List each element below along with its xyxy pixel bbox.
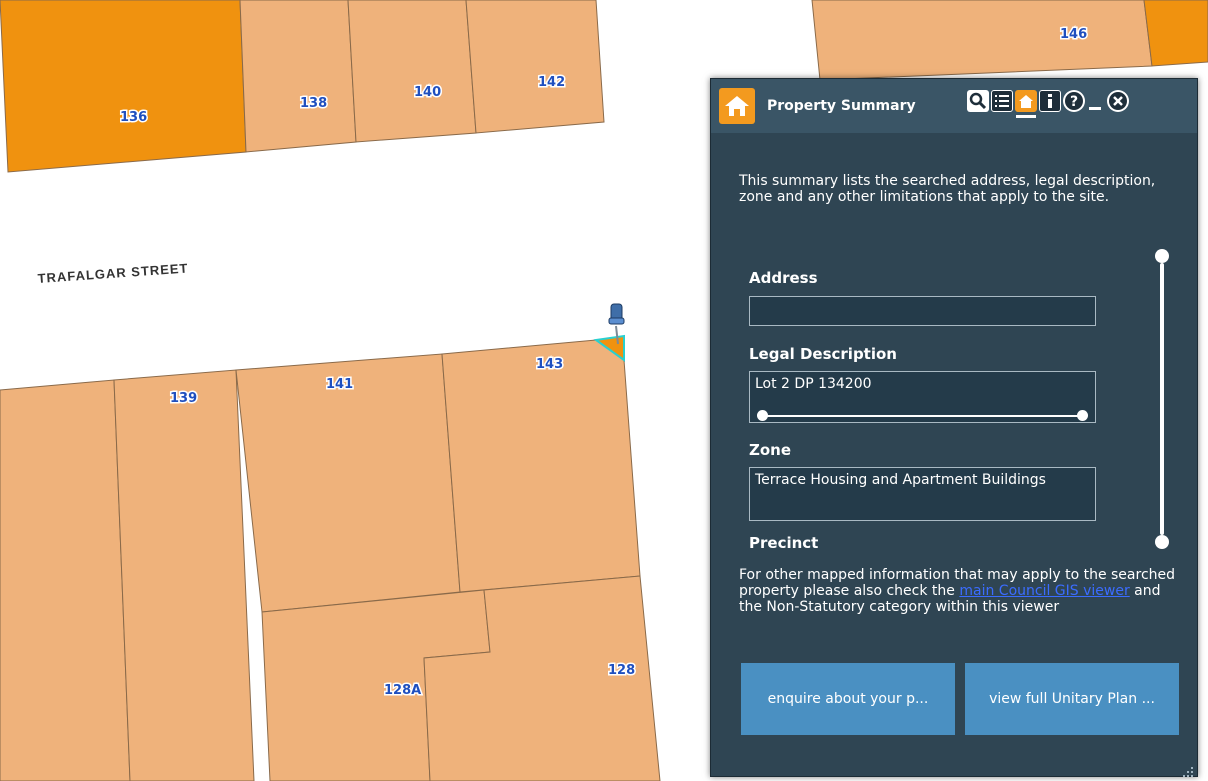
precinct-label: Precinct xyxy=(749,534,819,552)
parcel-146-neighbour[interactable] xyxy=(1143,0,1208,67)
parcel-142[interactable] xyxy=(465,0,605,134)
parcel-146[interactable] xyxy=(811,0,1153,81)
lot-label: 128A xyxy=(384,683,421,698)
scrollbar-track[interactable] xyxy=(1160,263,1164,535)
parcel-138[interactable] xyxy=(239,0,357,153)
lot-label: 143 xyxy=(536,357,563,372)
address-label: Address xyxy=(749,269,818,287)
house-icon xyxy=(719,88,755,124)
parcel-141[interactable] xyxy=(235,353,461,613)
parcel-139[interactable] xyxy=(113,369,255,781)
enquire-button[interactable]: enquire about your p... xyxy=(741,663,955,735)
council-gis-link[interactable]: main Council GIS viewer xyxy=(959,583,1129,599)
intro-text: This summary lists the searched address,… xyxy=(739,173,1156,205)
address-field[interactable] xyxy=(749,296,1096,326)
search-icon[interactable] xyxy=(967,90,989,112)
footer-text: For other mapped information that may ap… xyxy=(739,567,1179,615)
lot-label: 142 xyxy=(538,75,565,90)
legal-description-value: Lot 2 DP 134200 xyxy=(755,376,872,392)
lot-label: 140 xyxy=(414,85,441,100)
scroll-left-icon[interactable] xyxy=(757,410,768,421)
scrollbar-track[interactable] xyxy=(767,415,1079,417)
parcel-136[interactable] xyxy=(0,0,247,173)
scroll-right-icon[interactable] xyxy=(1077,410,1088,421)
lot-label: 146 xyxy=(1060,27,1087,42)
home-icon[interactable] xyxy=(1015,90,1037,112)
parcel-143[interactable] xyxy=(441,339,641,593)
vertical-scrollbar[interactable] xyxy=(1155,249,1169,549)
lot-label: 128 xyxy=(608,663,635,678)
active-tab-indicator xyxy=(1016,115,1036,118)
parcel-140[interactable] xyxy=(347,0,477,143)
lot-label: 136 xyxy=(120,110,147,125)
zone-label: Zone xyxy=(749,441,792,459)
property-summary-panel: Property Summary ? This summary lists th… xyxy=(710,78,1198,777)
horizontal-scrollbar[interactable] xyxy=(757,410,1088,421)
svg-text:?: ? xyxy=(1070,94,1078,110)
list-icon[interactable] xyxy=(991,90,1013,112)
legal-description-label: Legal Description xyxy=(749,345,897,363)
close-icon[interactable] xyxy=(1107,90,1129,112)
resize-grip-icon[interactable] xyxy=(1183,762,1193,777)
panel-header: Property Summary ? xyxy=(711,79,1197,133)
panel-body: This summary lists the searched address,… xyxy=(711,133,1197,777)
scroll-down-icon[interactable] xyxy=(1155,535,1169,549)
lot-label: 141 xyxy=(326,377,353,392)
help-icon[interactable]: ? xyxy=(1063,90,1085,112)
info-icon[interactable] xyxy=(1039,90,1061,112)
lot-label: 138 xyxy=(300,96,327,111)
parcel-west[interactable] xyxy=(0,379,131,781)
street-label: TRAFALGAR STREET xyxy=(37,260,189,286)
scroll-up-icon[interactable] xyxy=(1155,249,1169,263)
view-unitary-plan-button[interactable]: view full Unitary Plan ... xyxy=(965,663,1179,735)
panel-title: Property Summary xyxy=(767,98,916,114)
zone-field[interactable]: Terrace Housing and Apartment Buildings xyxy=(749,467,1096,521)
lot-label: 139 xyxy=(170,391,197,406)
minimize-icon[interactable] xyxy=(1089,107,1101,110)
